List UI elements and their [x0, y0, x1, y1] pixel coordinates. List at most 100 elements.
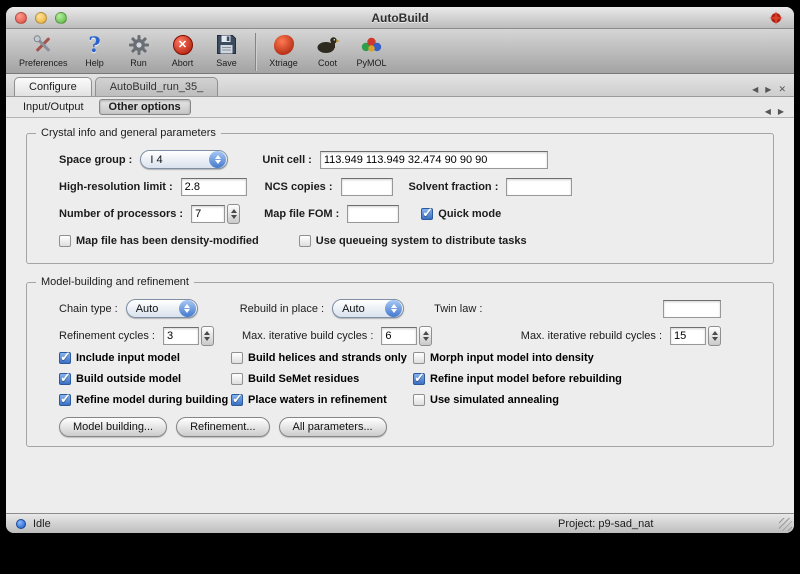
checkbox-box[interactable]: [59, 352, 71, 364]
rebuild-in-place-value: Auto: [342, 303, 365, 315]
refinement-button[interactable]: Refinement...: [176, 417, 269, 437]
checkbox-box[interactable]: [413, 352, 425, 364]
simulated-annealing-checkbox[interactable]: Use simulated annealing: [413, 394, 765, 406]
titlebar[interactable]: AutoBuild: [6, 7, 794, 29]
popup-arrows-icon: [385, 300, 402, 317]
checkbox-label: Build SeMet residues: [248, 373, 359, 385]
checkbox-box[interactable]: [231, 394, 243, 406]
checkbox-box[interactable]: [421, 208, 433, 220]
twin-law-input[interactable]: [663, 300, 721, 318]
toolbar-help-button[interactable]: ? Help: [73, 31, 117, 68]
checkbox-box[interactable]: [299, 235, 311, 247]
subtab-controls: [765, 101, 784, 119]
build-cycles-input[interactable]: [381, 327, 417, 345]
zoom-window-button[interactable]: [55, 12, 67, 24]
tab-input-output[interactable]: Input/Output: [14, 99, 93, 115]
toolbar-run-button[interactable]: Run: [117, 31, 161, 68]
checkbox-box[interactable]: [413, 394, 425, 406]
unit-cell-label: Unit cell :: [262, 154, 312, 166]
queueing-checkbox[interactable]: Use queueing system to distribute tasks: [299, 235, 527, 247]
status-indicator-icon: [16, 519, 26, 529]
toolbar-pymol-button[interactable]: PyMOL: [350, 31, 394, 68]
space-group-row: Space group : I 4 Unit cell :: [35, 146, 765, 173]
place-waters-checkbox[interactable]: Place waters in refinement: [231, 394, 413, 406]
rebuild-in-place-select[interactable]: Auto: [332, 299, 404, 318]
space-group-select[interactable]: I 4: [140, 150, 228, 169]
checkbox-box[interactable]: [413, 373, 425, 385]
include-input-model-checkbox[interactable]: Include input model: [59, 352, 231, 364]
morph-model-checkbox[interactable]: Morph input model into density: [413, 352, 765, 364]
subtab-label: Other options: [109, 101, 181, 113]
refinement-cycles-stepper[interactable]: [201, 326, 214, 346]
minimize-window-button[interactable]: [35, 12, 47, 24]
ncs-copies-input[interactable]: [341, 178, 393, 196]
checkbox-label: Refine input model before rebuilding: [430, 373, 622, 385]
group-title: Crystal info and general parameters: [36, 127, 221, 139]
all-parameters-button[interactable]: All parameters...: [279, 417, 387, 437]
checkbox-box[interactable]: [231, 373, 243, 385]
status-bar: Idle Project: p9-sad_nat: [6, 513, 794, 533]
build-helices-checkbox[interactable]: Build helices and strands only: [231, 352, 413, 364]
toolbar-preferences-button[interactable]: Preferences: [14, 31, 73, 68]
checkbox-box[interactable]: [59, 394, 71, 406]
build-semet-checkbox[interactable]: Build SeMet residues: [231, 373, 413, 385]
rebuild-cycles-stepper[interactable]: [708, 326, 721, 346]
space-group-value: I 4: [150, 154, 162, 166]
tab-label: Configure: [29, 81, 77, 93]
traffic-lights: [15, 12, 67, 24]
toolbar-xtriage-button[interactable]: Xtriage: [262, 31, 306, 68]
quick-mode-checkbox[interactable]: Quick mode: [421, 208, 501, 220]
ncs-copies-label: NCS copies :: [265, 181, 333, 193]
model-options-grid: Include input model Build helices and st…: [35, 349, 765, 406]
refine-during-building-checkbox[interactable]: Refine model during building: [59, 394, 231, 406]
save-icon: [216, 31, 237, 58]
build-cycles-stepper[interactable]: [419, 326, 432, 346]
processors-stepper[interactable]: [227, 204, 240, 224]
build-outside-model-checkbox[interactable]: Build outside model: [59, 373, 231, 385]
refine-before-rebuild-checkbox[interactable]: Refine input model before rebuilding: [413, 373, 765, 385]
resolution-row: High-resolution limit : NCS copies : Sol…: [35, 173, 765, 200]
subtab-label: Input/Output: [23, 101, 84, 113]
xtriage-icon: [274, 31, 294, 58]
toolbar-save-button[interactable]: Save: [205, 31, 249, 68]
refinement-cycles-label: Refinement cycles :: [59, 330, 155, 342]
close-window-button[interactable]: [15, 12, 27, 24]
toolbar-divider: [255, 33, 256, 71]
chain-type-select[interactable]: Auto: [126, 299, 198, 318]
toolbar-coot-button[interactable]: Coot: [306, 31, 350, 68]
tab-scroll-left-icon[interactable]: [752, 79, 758, 97]
checkbox-box[interactable]: [59, 235, 71, 247]
autobuild-window: AutoBuild Preferences ? Help: [6, 7, 794, 533]
map-fom-input[interactable]: [347, 205, 399, 223]
rebuild-cycles-input[interactable]: [670, 327, 706, 345]
high-res-input[interactable]: [181, 178, 247, 196]
sub-tab-bar: Input/Output Other options: [6, 97, 794, 118]
tab-autobuild-run[interactable]: AutoBuild_run_35_: [95, 77, 219, 96]
subtab-scroll-left-icon[interactable]: [765, 101, 771, 119]
coot-bird-icon: [315, 31, 340, 58]
checkbox-box[interactable]: [59, 373, 71, 385]
solvent-fraction-input[interactable]: [506, 178, 572, 196]
subtab-scroll-right-icon[interactable]: [778, 101, 784, 119]
unit-cell-input[interactable]: [320, 151, 548, 169]
model-building-button[interactable]: Model building...: [59, 417, 167, 437]
tab-scroll-right-icon[interactable]: [765, 79, 771, 97]
popup-arrows-icon: [179, 300, 196, 317]
resize-grip[interactable]: [779, 518, 792, 531]
toolbar-abort-button[interactable]: ✕ Abort: [161, 31, 205, 68]
high-res-label: High-resolution limit :: [59, 181, 173, 193]
tab-configure[interactable]: Configure: [14, 77, 92, 96]
main-tab-bar: Configure AutoBuild_run_35_: [6, 74, 794, 97]
tab-close-icon[interactable]: [778, 79, 786, 97]
refinement-cycles-input[interactable]: [163, 327, 199, 345]
map-options-row: Map file has been density-modified Use q…: [35, 227, 765, 254]
checkbox-box[interactable]: [231, 352, 243, 364]
tab-other-options[interactable]: Other options: [99, 99, 191, 115]
crystal-info-group: Crystal info and general parameters Spac…: [26, 133, 774, 264]
density-modified-checkbox[interactable]: Map file has been density-modified: [59, 235, 259, 247]
run-gear-icon: [128, 31, 150, 58]
checkbox-label: Map file has been density-modified: [76, 235, 259, 247]
processors-input[interactable]: [191, 205, 225, 223]
preferences-icon: [31, 31, 55, 58]
twin-law-label: Twin law :: [434, 303, 482, 315]
